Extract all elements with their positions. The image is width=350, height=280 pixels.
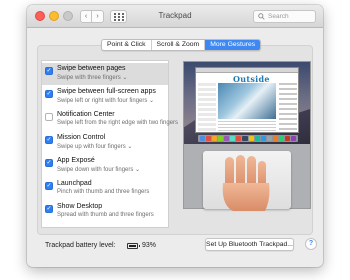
checkbox-notification-center[interactable] — [45, 113, 53, 121]
page-sidebar — [198, 83, 216, 131]
gesture-title: Notification Center — [57, 111, 115, 118]
gesture-option-dropdown[interactable]: Swipe with three fingers ⌄ — [57, 74, 127, 81]
gesture-list: ✓ Swipe between pages Swipe with three f… — [41, 60, 178, 228]
checkbox-launchpad[interactable]: ✓ — [45, 182, 53, 190]
gesture-description: Pinch with thumb and three fingers — [57, 189, 150, 195]
list-item-app-expose[interactable]: ✓ App Exposé Swipe down with four finger… — [42, 155, 168, 177]
list-item-swipe-full-screen-apps[interactable]: ✓ Swipe between full-screen apps Swipe l… — [42, 86, 168, 108]
checkmark-icon: ✓ — [46, 206, 52, 212]
checkmark-icon: ✓ — [46, 68, 52, 74]
checkmark-icon: ✓ — [46, 91, 52, 97]
list-item-launchpad[interactable]: ✓ Launchpad Pinch with thumb and three f… — [42, 178, 168, 200]
gesture-title: App Exposé — [57, 157, 95, 164]
search-icon — [258, 13, 265, 20]
checkbox-app-expose[interactable]: ✓ — [45, 159, 53, 167]
page-hero-image — [218, 83, 276, 119]
search-field[interactable]: Search — [253, 10, 316, 23]
gesture-option-dropdown[interactable]: Swipe up with four fingers ⌄ — [57, 143, 132, 150]
page-column — [279, 83, 297, 131]
page-text — [218, 121, 276, 131]
battery-percent: 93% — [142, 242, 157, 249]
battery-icon — [127, 243, 140, 249]
set-up-bluetooth-trackpad-button[interactable]: Set Up Bluetooth Trackpad... — [205, 238, 294, 251]
checkmark-icon: ✓ — [46, 137, 52, 143]
preferences-window: ‹ › Trackpad Search Point & Click Scroll… — [27, 5, 323, 267]
list-item-notification-center[interactable]: Notification Center Swipe left from the … — [42, 109, 178, 131]
checkbox-show-desktop[interactable]: ✓ — [45, 205, 53, 213]
tab-bar: Point & Click Scroll & Zoom More Gesture… — [101, 39, 262, 51]
gesture-option-dropdown[interactable]: Swipe left or right with four fingers ⌄ — [57, 97, 154, 104]
gesture-title: Mission Control — [57, 134, 106, 141]
preview-browser-window: Outside — [195, 67, 299, 133]
list-item-mission-control[interactable]: ✓ Mission Control Swipe up with four fin… — [42, 132, 168, 154]
checkbox-mission-control[interactable]: ✓ — [45, 136, 53, 144]
dock — [198, 135, 298, 142]
battery-fill — [129, 245, 136, 247]
checkbox-swipe-full-screen-apps[interactable]: ✓ — [45, 90, 53, 98]
title-bar: ‹ › Trackpad Search — [27, 5, 323, 28]
gesture-title: Show Desktop — [57, 203, 103, 210]
tab-point-and-click[interactable]: Point & Click — [102, 40, 152, 50]
tab-more-gestures[interactable]: More Gestures — [205, 40, 261, 50]
battery-label: Trackpad battery level: — [45, 242, 116, 249]
browser-toolbar — [196, 68, 298, 73]
help-button[interactable]: ? — [305, 238, 317, 250]
gesture-description: Swipe left from the right edge with two … — [57, 120, 179, 126]
checkbox-swipe-between-pages[interactable]: ✓ — [45, 67, 53, 75]
gesture-description: Spread with thumb and three fingers — [57, 212, 154, 218]
hand-icon — [222, 155, 270, 211]
gesture-title: Swipe between full-screen apps — [57, 88, 156, 95]
checkmark-icon: ✓ — [46, 183, 52, 189]
search-placeholder: Search — [268, 13, 289, 20]
tab-scroll-and-zoom[interactable]: Scroll & Zoom — [152, 40, 206, 50]
list-item-show-desktop[interactable]: ✓ Show Desktop Spread with thumb and thr… — [42, 201, 168, 223]
gesture-title: Launchpad — [57, 180, 92, 187]
checkmark-icon: ✓ — [46, 160, 52, 166]
gesture-option-dropdown[interactable]: Swipe down with four fingers ⌄ — [57, 166, 140, 173]
gesture-title: Swipe between pages — [57, 65, 126, 72]
list-item-swipe-between-pages[interactable]: ✓ Swipe between pages Swipe with three f… — [42, 63, 168, 85]
